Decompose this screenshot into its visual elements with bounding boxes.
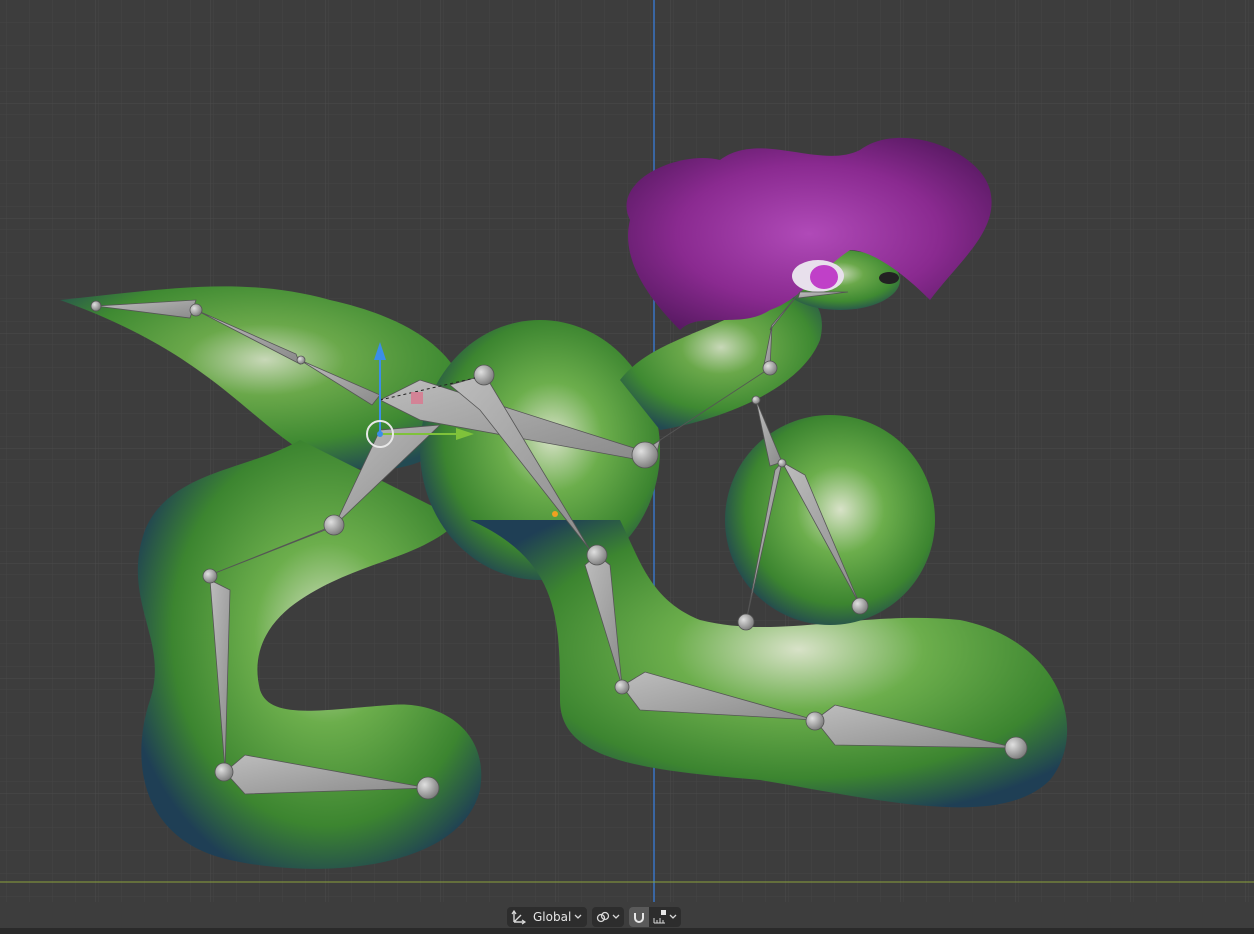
transform-orientation-dropdown[interactable]: Global xyxy=(507,907,587,927)
transform-orientation-icon xyxy=(511,909,527,925)
origin-dot xyxy=(552,511,558,517)
3d-viewport[interactable] xyxy=(0,0,1254,902)
viewport-header-bar: Global xyxy=(0,902,1254,930)
pivot-point-dropdown[interactable] xyxy=(592,907,624,927)
selection-marker xyxy=(411,392,423,404)
transform-orientation-label: Global xyxy=(533,910,572,924)
window-bottom-edge xyxy=(0,928,1254,934)
chevron-down-icon xyxy=(668,912,678,922)
magnet-icon xyxy=(632,910,646,924)
snap-increment-icon xyxy=(652,909,668,925)
snap-toggle-button[interactable] xyxy=(629,907,649,927)
snap-target-dropdown[interactable] xyxy=(649,907,681,927)
chevron-down-icon xyxy=(611,912,621,922)
chevron-down-icon xyxy=(573,912,583,922)
link-icon xyxy=(595,909,611,925)
viewport-scene[interactable] xyxy=(0,0,1254,902)
